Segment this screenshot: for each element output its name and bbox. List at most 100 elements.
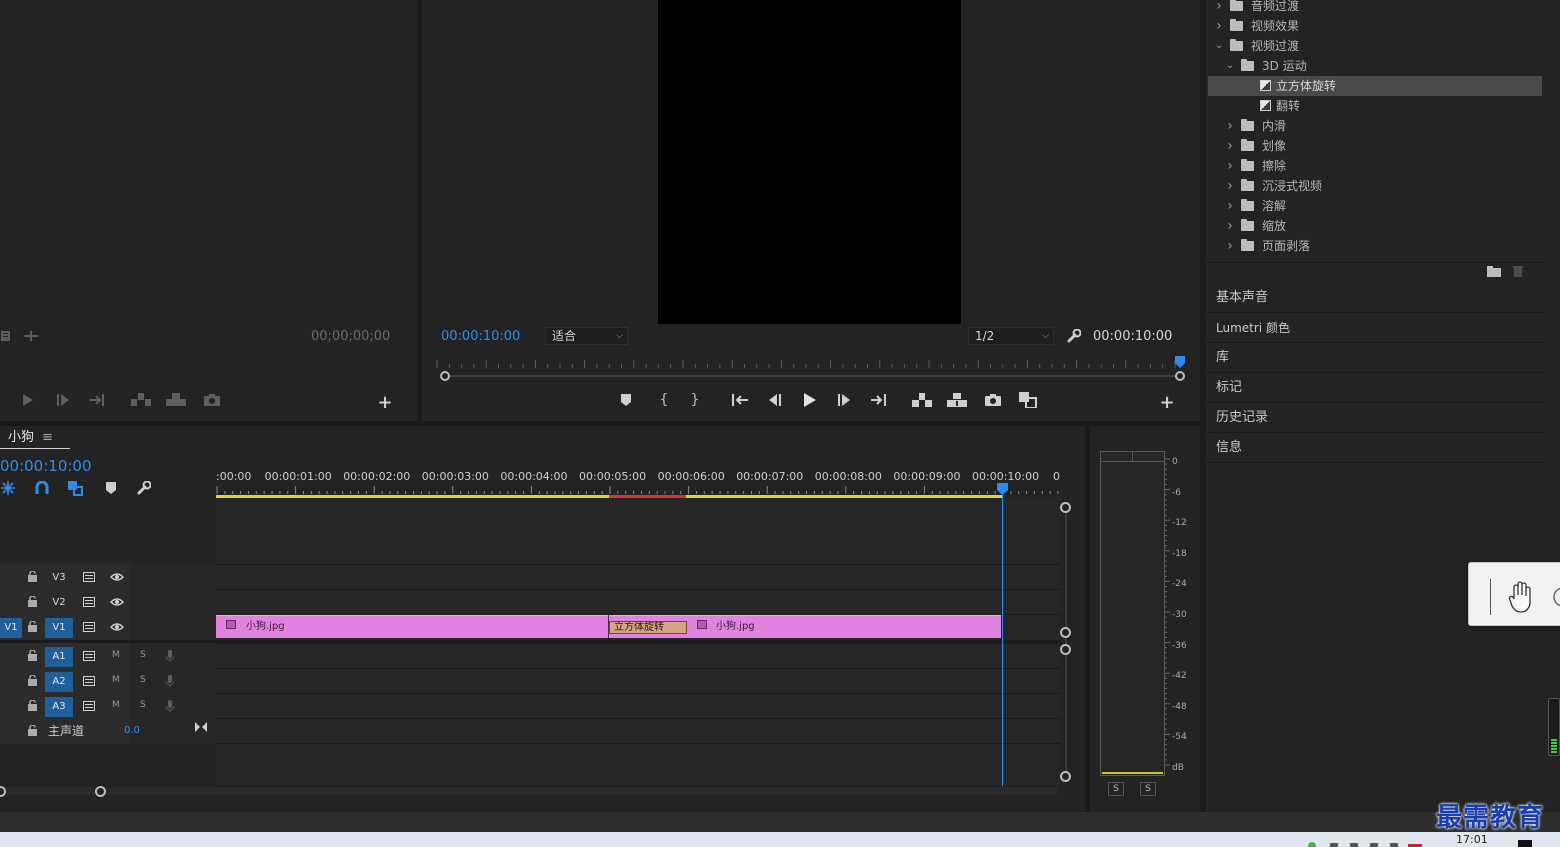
chevron-down-icon[interactable]: ⌄ — [1214, 36, 1224, 56]
source-timecode[interactable]: 00;00;00;00 — [311, 329, 390, 344]
timeline-add-marker-icon[interactable] — [104, 481, 118, 495]
timeline-playhead-line[interactable] — [1002, 490, 1003, 786]
video-scroll-top-handle[interactable] — [1060, 502, 1071, 513]
video-scroll-bottom-handle[interactable] — [1060, 627, 1071, 638]
video-track-header[interactable]: V3 — [0, 565, 216, 590]
timeline-playhead-marker[interactable] — [997, 483, 1008, 495]
chevron-right-icon[interactable]: › — [1225, 136, 1235, 156]
chevron-right-icon[interactable]: › — [1214, 0, 1224, 16]
sync-lock-icon[interactable] — [83, 676, 97, 686]
lock-icon[interactable] — [28, 571, 38, 582]
nest-snap-icon[interactable] — [0, 480, 16, 496]
tray-icons[interactable] — [1290, 840, 1430, 847]
solo-button[interactable]: S — [140, 675, 146, 685]
mute-button[interactable]: M — [112, 650, 120, 660]
program-time-ruler[interactable] — [435, 356, 1182, 370]
program-playhead-marker[interactable] — [1175, 356, 1185, 368]
panel-libraries[interactable]: 库 — [1206, 343, 1546, 373]
source-insert-icon[interactable] — [131, 392, 151, 408]
track-target-button[interactable]: V2 — [45, 593, 73, 613]
chevron-right-icon[interactable]: › — [1214, 16, 1224, 36]
chevron-down-icon[interactable]: ⌄ — [1225, 56, 1235, 76]
chevron-right-icon[interactable]: › — [1225, 116, 1235, 136]
clip-video-1[interactable]: 小狗.jpg — [216, 615, 609, 638]
solo-button[interactable]: S — [140, 650, 146, 660]
sync-lock-icon[interactable] — [83, 622, 97, 632]
chevron-right-icon[interactable]: › — [1225, 156, 1235, 176]
panel-menu-icon[interactable]: ≡ — [42, 430, 53, 445]
resolution-dropdown[interactable]: 1/2 ⌵ — [968, 327, 1054, 345]
effects-item[interactable]: 立方体旋转 — [1208, 76, 1542, 96]
mark-out-icon[interactable]: } — [688, 392, 702, 408]
extract-icon[interactable] — [947, 392, 967, 408]
mark-in-icon[interactable]: { — [657, 392, 671, 408]
source-step-forward-icon[interactable] — [56, 392, 72, 408]
microphone-icon[interactable] — [166, 650, 174, 662]
source-go-to-out-icon[interactable] — [89, 392, 107, 408]
master-expand-icon[interactable] — [194, 721, 208, 733]
source-overwrite-icon[interactable] — [166, 392, 186, 408]
fit-dropdown[interactable]: 适合 ⌵ — [545, 327, 628, 345]
lock-icon[interactable] — [28, 596, 38, 607]
play-icon[interactable] — [802, 391, 818, 409]
effects-folder[interactable]: › 内滑 — [1208, 116, 1542, 136]
transition-cube-spin[interactable]: 立方体旋转 — [609, 621, 687, 634]
track-target-button[interactable]: A1 — [45, 647, 73, 667]
solo-left-button[interactable]: S — [1108, 782, 1124, 796]
program-current-timecode[interactable]: 00:00:10:00 — [441, 329, 520, 344]
mute-button[interactable]: M — [112, 675, 120, 685]
sequence-tab[interactable]: 小狗 ≡ — [0, 428, 70, 448]
effects-folder[interactable]: ⌄ 3D 运动 — [1208, 56, 1542, 76]
mute-button[interactable]: M — [112, 700, 120, 710]
step-forward-icon[interactable] — [837, 392, 853, 408]
audio-track-header[interactable]: A1 M S — [0, 644, 216, 669]
master-lock-icon[interactable] — [28, 725, 38, 736]
track-target-button[interactable]: V1 — [45, 618, 73, 638]
effects-folder[interactable]: › 页面剥落 — [1208, 236, 1542, 256]
hand-icon[interactable] — [1507, 579, 1535, 613]
chevron-right-icon[interactable]: › — [1225, 176, 1235, 196]
show-desktop-button[interactable] — [1518, 840, 1532, 847]
zoom-icon[interactable] — [1551, 583, 1560, 613]
source-play-icon[interactable] — [20, 392, 36, 408]
lock-icon[interactable] — [28, 675, 38, 686]
lift-icon[interactable] — [912, 392, 932, 408]
eye-icon[interactable] — [110, 622, 124, 632]
sync-lock-icon[interactable] — [83, 572, 97, 582]
hand-tool-popup[interactable] — [1468, 562, 1560, 626]
track-target-button[interactable]: A2 — [45, 672, 73, 692]
effects-folder[interactable]: › 音频过渡 — [1208, 0, 1542, 16]
program-zoom-bar[interactable] — [440, 371, 1185, 381]
source-settings-icon[interactable] — [0, 329, 12, 343]
audio-track-header[interactable]: A3 M S — [0, 694, 216, 719]
horizontal-scroll-handle-right[interactable] — [95, 786, 106, 797]
panel-markers[interactable]: 标记 — [1206, 373, 1546, 403]
comparison-view-icon[interactable] — [1018, 391, 1038, 409]
chevron-right-icon[interactable]: › — [1225, 216, 1235, 236]
linked-selection-icon[interactable] — [67, 480, 83, 496]
effects-folder[interactable]: › 擦除 — [1208, 156, 1542, 176]
video-track-header[interactable]: V2 — [0, 590, 216, 615]
delete-icon[interactable] — [1511, 264, 1525, 278]
solo-right-button[interactable]: S — [1140, 782, 1156, 796]
microphone-icon[interactable] — [166, 700, 174, 712]
effects-folder[interactable]: › 视频效果 — [1208, 16, 1542, 36]
go-to-out-icon[interactable] — [870, 392, 888, 408]
sync-lock-icon[interactable] — [83, 597, 97, 607]
snap-magnet-icon[interactable] — [34, 480, 50, 496]
horizontal-scroll-track[interactable] — [0, 787, 1058, 795]
video-audio-divider[interactable] — [0, 640, 1061, 643]
chevron-right-icon[interactable]: › — [1225, 236, 1235, 256]
insert-marker-icon[interactable] — [24, 329, 38, 343]
zoom-handle-right[interactable] — [1175, 371, 1185, 381]
source-export-frame-icon[interactable] — [203, 392, 221, 408]
step-back-icon[interactable] — [766, 392, 782, 408]
go-to-in-icon[interactable] — [731, 392, 749, 408]
solo-button[interactable]: S — [140, 700, 146, 710]
program-add-button-icon[interactable]: + — [1159, 392, 1175, 413]
panel-history[interactable]: 历史记录 — [1206, 403, 1546, 433]
taskbar-clock[interactable]: 17:01 — [1456, 834, 1488, 846]
audio-scroll-bottom-handle[interactable] — [1060, 771, 1071, 782]
effects-folder[interactable]: › 溶解 — [1208, 196, 1542, 216]
master-volume-value[interactable]: 0.0 — [124, 725, 140, 736]
